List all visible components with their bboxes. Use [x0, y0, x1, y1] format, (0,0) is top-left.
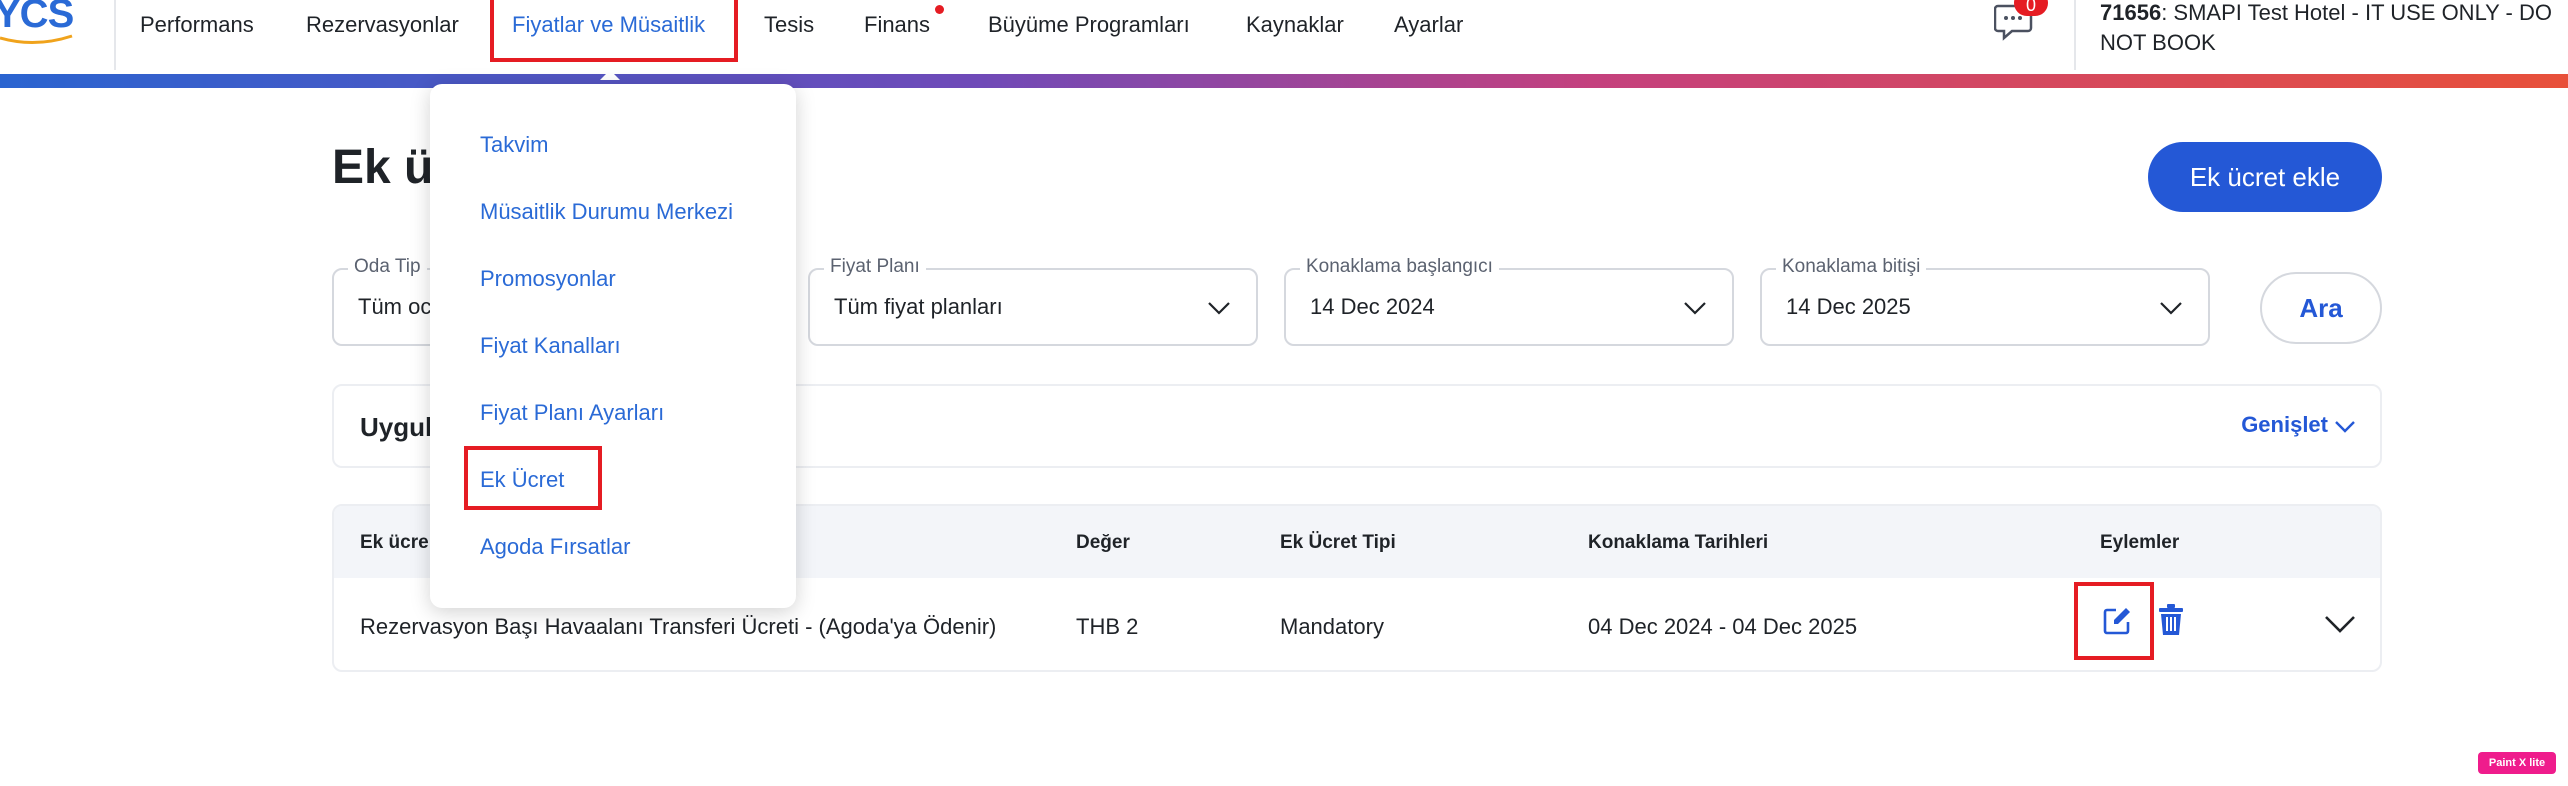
expand-button[interactable]: Genişlet	[2241, 412, 2356, 438]
rate-plan-label: Fiyat Planı	[824, 256, 926, 278]
nav-rezervasyonlar[interactable]: Rezervasyonlar	[306, 12, 459, 38]
stay-start-label: Konaklama başlangıcı	[1300, 256, 1499, 278]
surcharge-stay-dates: 04 Dec 2024 - 04 Dec 2025	[1588, 614, 1858, 639]
hotel-id: 71656	[2100, 0, 2162, 25]
logo-swoosh-icon	[0, 34, 73, 45]
chevron-down-icon	[1208, 302, 1230, 315]
stay-end-value: 14 Dec 2025	[1786, 294, 1911, 319]
nav-divider	[114, 0, 116, 70]
chevron-down-icon[interactable]	[2324, 614, 2356, 634]
rate-plan-select[interactable]: Fiyat Planı Tüm fiyat planları	[808, 256, 1258, 346]
trash-icon[interactable]	[2158, 604, 2184, 636]
chevron-down-icon	[1684, 302, 1706, 315]
nav-finans[interactable]: Finans	[864, 12, 930, 38]
brand-gradient-bar	[0, 74, 2568, 88]
menu-item-fiyat-kanallari[interactable]: Fiyat Kanalları	[480, 333, 621, 359]
logo-text: YCS	[0, 0, 74, 36]
column-header-stay-dates: Konaklama Tarihleri	[1588, 532, 1769, 553]
stay-end-label: Konaklama bitişi	[1776, 256, 1927, 278]
highlight-menu-box	[464, 446, 602, 510]
highlight-nav-box	[490, 0, 738, 62]
menu-item-musaitlik-durumu-merkezi[interactable]: Müsaitlik Durumu Merkezi	[480, 199, 733, 225]
menu-item-agoda-firsatlar[interactable]: Agoda Fırsatlar	[480, 534, 630, 560]
menu-item-promosyonlar[interactable]: Promosyonlar	[480, 266, 616, 292]
nav-buyume-programlari[interactable]: Büyüme Programları	[988, 12, 1190, 38]
column-header-value: Değer	[1076, 532, 1130, 553]
stay-start-value: 14 Dec 2024	[1310, 294, 1435, 319]
menu-item-fiyat-plani-ayarlari[interactable]: Fiyat Planı Ayarları	[480, 400, 664, 426]
menu-item-takvim[interactable]: Takvim	[480, 132, 548, 158]
finans-notification-dot	[935, 5, 944, 14]
room-type-label: Oda Tip	[348, 256, 427, 278]
surcharge-name: Rezervasyon Başı Havaalanı Transferi Ücr…	[360, 614, 997, 639]
room-type-value: Tüm oc	[358, 294, 432, 319]
stay-start-select[interactable]: Konaklama başlangıcı 14 Dec 2024	[1284, 256, 1734, 346]
column-header-surcharge: Ek ücre	[360, 532, 429, 553]
add-surcharge-button[interactable]: Ek ücret ekle	[2148, 142, 2382, 212]
paint-x-lite-watermark: Paint X lite	[2478, 752, 2556, 774]
messages-badge: 0	[2014, 0, 2048, 16]
nav-divider	[2074, 0, 2076, 70]
dropdown-caret	[600, 70, 620, 80]
top-navigation: YCS Performans Rezervasyonlar Fiyatlar v…	[0, 0, 2568, 76]
search-button[interactable]: Ara	[2260, 272, 2382, 344]
rate-plan-value: Tüm fiyat planları	[834, 294, 1003, 319]
nav-kaynaklar[interactable]: Kaynaklar	[1246, 12, 1344, 38]
nav-tesis[interactable]: Tesis	[764, 12, 814, 38]
stay-end-select[interactable]: Konaklama bitişi 14 Dec 2025	[1760, 256, 2210, 346]
column-header-type: Ek Ücret Tipi	[1280, 532, 1396, 553]
panel-title: Uygul	[360, 412, 433, 442]
pricing-availability-menu: Takvim Müsaitlik Durumu Merkezi Promosyo…	[430, 84, 796, 608]
hotel-selector[interactable]: 71656: SMAPI Test Hotel - IT USE ONLY - …	[2100, 0, 2568, 58]
surcharge-type: Mandatory	[1280, 614, 1384, 639]
ycs-logo[interactable]: YCS	[0, 0, 74, 37]
expand-label: Genişlet	[2241, 412, 2328, 437]
room-type-select[interactable]: Oda Tip Tüm oc	[332, 256, 442, 346]
highlight-edit-box	[2074, 582, 2154, 660]
hotel-name: : SMAPI Test Hotel - IT USE ONLY - DO NO…	[2100, 0, 2552, 55]
nav-ayarlar[interactable]: Ayarlar	[1394, 12, 1463, 38]
chevron-down-icon	[2160, 302, 2182, 315]
chevron-down-icon	[2335, 421, 2355, 433]
nav-performans[interactable]: Performans	[140, 12, 254, 38]
surcharge-value: THB 2	[1076, 614, 1139, 639]
column-header-actions: Eylemler	[2100, 532, 2180, 553]
